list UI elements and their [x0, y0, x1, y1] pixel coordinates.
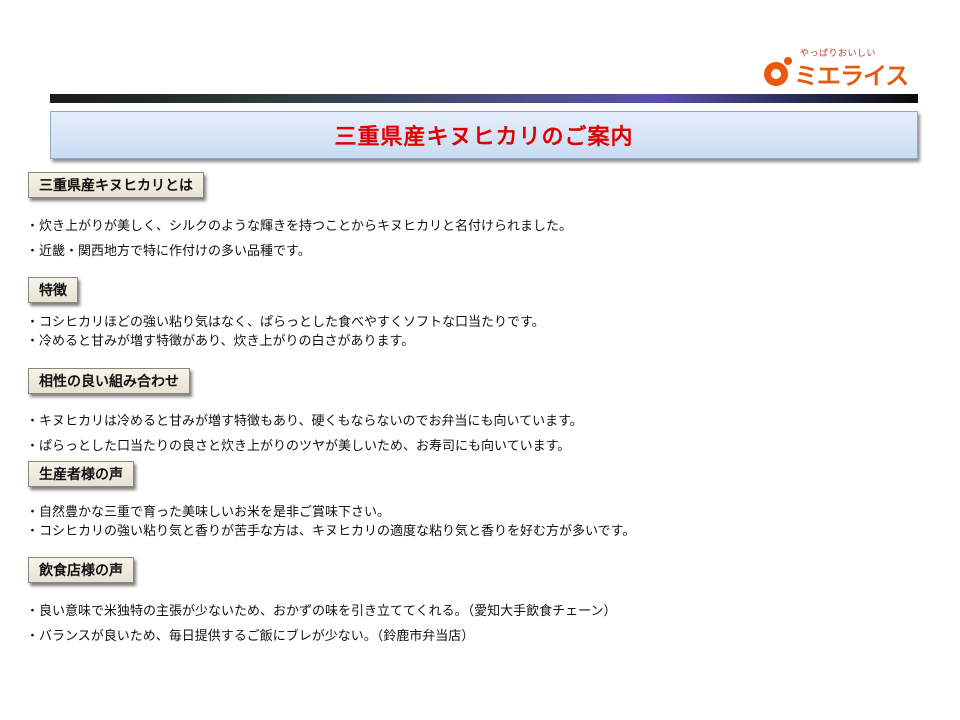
section-producer-item-1: ・自然豊かな三重で育った美味しいお米を是非ご賞味下さい。 — [26, 505, 391, 520]
logo-name: ミエライス — [794, 62, 909, 90]
section-restaurant-item-2: ・バランスが良いため、毎日提供するご飯にブレが少ない。（鈴鹿市弁当店） — [26, 629, 475, 644]
section-producer-item-2: ・コシヒカリの強い粘り気と香りが苦手な方は、キヌヒカリの適度な粘り気と香りを好む… — [26, 524, 636, 539]
section-heading-restaurant-voice: 飲食店様の声 — [28, 557, 134, 583]
section-heading-features: 特徴 — [28, 277, 78, 303]
title-banner: 三重県産キヌヒカリのご案内 — [50, 111, 918, 159]
mie-rice-logo: やっぱりおいしい ミエライス — [762, 46, 922, 90]
section-heading-producer-voice: 生産者様の声 — [28, 461, 134, 487]
section-heading-pairings: 相性の良い組み合わせ — [28, 368, 190, 394]
rice-drop-icon — [764, 57, 792, 86]
section-heading-about: 三重県産キヌヒカリとは — [28, 172, 204, 198]
page-title: 三重県産キヌヒカリのご案内 — [334, 125, 634, 150]
section-pairings-item-1: ・キヌヒカリは冷めると甘みが増す特徴もあり、硬くもならないのでお弁当にも向いてい… — [26, 414, 583, 429]
section-about-item-2: ・近畿・関西地方で特に作付けの多い品種です。 — [26, 244, 311, 259]
section-restaurant-item-1: ・良い意味で米独特の主張が少ないため、おかずの味を引き立ててくれる。（愛知大手飲… — [26, 604, 617, 619]
section-features-item-2: ・冷めると甘みが増す特徴があり、炊き上がりの白さがあります。 — [26, 334, 415, 349]
section-pairings-item-2: ・ぱらっとした口当たりの良さと炊き上がりのツヤが美しいため、お寿司にも向いていま… — [26, 439, 571, 454]
header-gradient-bar — [50, 94, 918, 103]
section-features-item-1: ・コシヒカリほどの強い粘り気はなく、ぱらっとした食べやすくソフトな口当たりです。 — [26, 315, 545, 330]
section-about-item-1: ・炊き上がりが美しく、シルクのような輝きを持つことからキヌヒカリと名付けられまし… — [26, 219, 573, 234]
